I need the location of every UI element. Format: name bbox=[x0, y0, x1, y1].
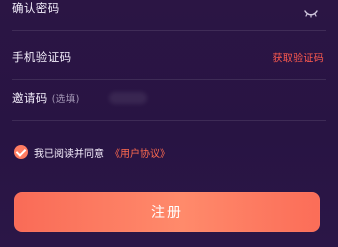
checkbox-checked-icon[interactable] bbox=[14, 145, 28, 159]
invite-code-hint: (选填) bbox=[51, 94, 80, 105]
phone-code-row[interactable]: 手机验证码 获取验证码 bbox=[12, 35, 326, 80]
invite-code-row[interactable]: 邀请码 (选填) bbox=[12, 76, 326, 121]
confirm-password-label: 确认密码 bbox=[12, 1, 60, 15]
phone-code-label: 手机验证码 bbox=[12, 50, 72, 64]
agreement-text: 我已阅读并同意 bbox=[34, 148, 104, 160]
get-code-button[interactable]: 获取验证码 bbox=[273, 50, 325, 65]
invite-code-text: 邀请码 bbox=[12, 91, 48, 105]
confirm-password-row[interactable]: 确认密码 bbox=[12, 0, 326, 31]
eye-off-icon[interactable] bbox=[304, 3, 318, 18]
registration-screen: 确认密码 手机验证码 获取验证码 邀请码 (选填) 我已阅读并同意 《用户协议》 … bbox=[0, 0, 338, 247]
register-button[interactable]: 注册 bbox=[14, 192, 320, 232]
register-button-label: 注册 bbox=[151, 205, 183, 221]
user-agreement-link[interactable]: 《用户协议》 bbox=[110, 145, 170, 160]
invite-code-label: 邀请码 (选填) bbox=[12, 90, 80, 106]
agreement-row[interactable]: 我已阅读并同意 《用户协议》 bbox=[14, 144, 170, 160]
invite-code-input[interactable] bbox=[109, 92, 147, 104]
